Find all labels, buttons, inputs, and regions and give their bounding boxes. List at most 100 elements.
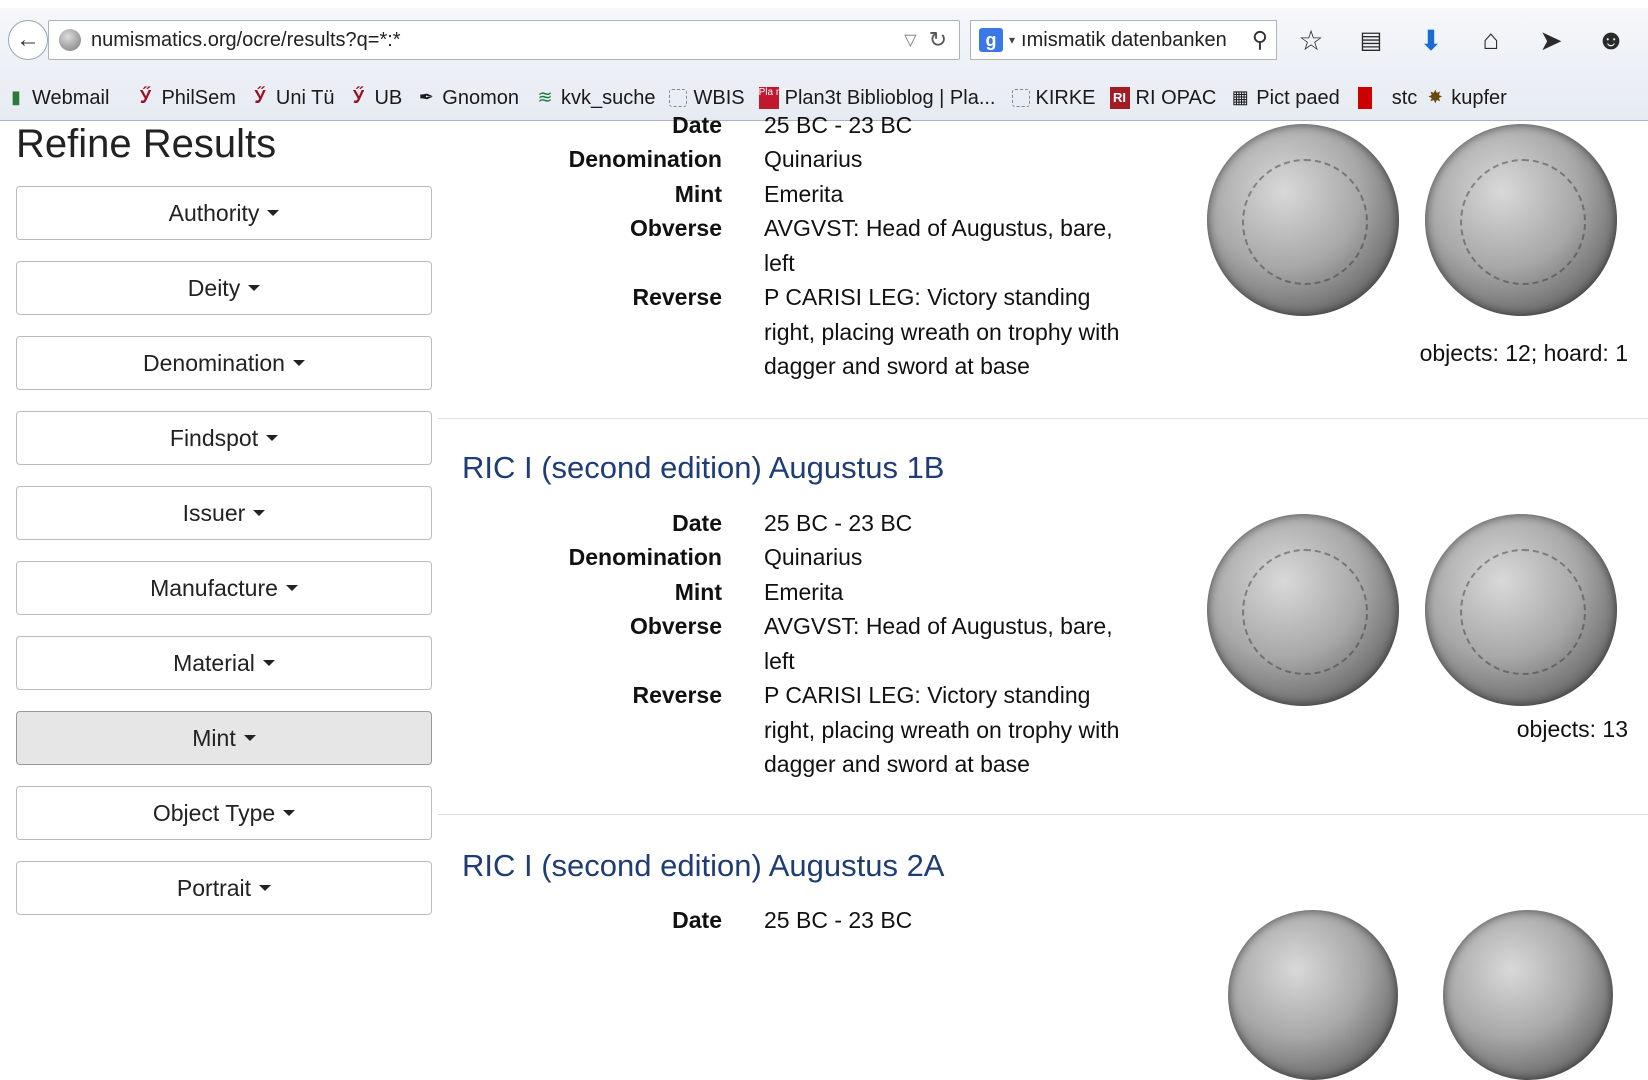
facet-manufacture-button[interactable]: Manufacture: [16, 561, 432, 615]
facet-label: Issuer: [182, 499, 246, 526]
dropdown-triangle-icon[interactable]: ▽: [904, 30, 916, 50]
obverse-coin-image[interactable]: [1228, 910, 1398, 1080]
search-input[interactable]: ımismatik datenbanken: [1021, 29, 1252, 52]
facet-label: Manufacture: [150, 574, 278, 601]
caret-down-icon: [285, 585, 298, 591]
facet-label: Findspot: [169, 424, 259, 451]
facet-label: Authority: [168, 199, 260, 226]
facet-label: Material: [173, 649, 255, 676]
reverse-coin-image[interactable]: [1425, 514, 1617, 706]
bookmark-pict-paed[interactable]: ▦ Pict paed: [1230, 87, 1340, 110]
dotted-box-icon: [1011, 89, 1030, 107]
bookmark-label: Webmail: [32, 86, 110, 109]
bookmark-label: PhilSem: [161, 86, 236, 109]
bookmark-label: Plan3t Biblioblog | Pla...: [784, 86, 996, 109]
bookmark-uni-tu[interactable]: Ӳ Uni Tü: [250, 87, 334, 110]
facet-issuer-button[interactable]: Issuer: [16, 486, 432, 540]
facet-deity-button[interactable]: Deity: [16, 261, 432, 315]
bookmark-ub[interactable]: Ӳ UB: [348, 87, 402, 110]
date-label: Date: [672, 112, 722, 138]
reverse-coin-image[interactable]: [1425, 124, 1617, 316]
reading-list-icon[interactable]: ▤: [1353, 22, 1389, 58]
reverse-value: P CARISI LEG: Victory standing right, pl…: [764, 682, 1120, 777]
bookmark-kvk-suche[interactable]: ≋ kvk_suche: [535, 86, 656, 110]
obverse-coin-image[interactable]: [1207, 514, 1399, 706]
search-icon[interactable]: ⚲: [1252, 27, 1268, 53]
reverse-label: Reverse: [632, 682, 722, 708]
facet-label: Deity: [187, 274, 241, 301]
bookmark-label: stc: [1391, 86, 1418, 109]
facet-findspot-button[interactable]: Findspot: [16, 411, 432, 465]
denomination-value: Quinarius: [764, 544, 863, 570]
reverse-coin-image[interactable]: [1443, 910, 1613, 1080]
facet-mint-button[interactable]: Mint: [16, 711, 432, 765]
refine-results-title: Refine Results: [16, 122, 277, 166]
building-icon: ▦: [1231, 87, 1249, 107]
obverse-label: Obverse: [629, 613, 722, 639]
coin-icon: ✸: [1427, 87, 1443, 107]
facet-authority-button[interactable]: Authority: [16, 186, 432, 240]
result-1-metadata: Date 25 BC - 23 BC Denomination Quinariu…: [438, 108, 1138, 379]
object-count: objects: 13: [1516, 716, 1628, 742]
facet-portrait-button[interactable]: Portrait: [16, 861, 432, 915]
date-value: 25 BC - 23 BC: [764, 907, 913, 933]
caret-down-icon: [259, 885, 272, 891]
facet-denomination-button[interactable]: Denomination: [16, 336, 432, 390]
coin-rim: [1459, 548, 1587, 676]
bookmark-label: kvk_suche: [560, 86, 656, 109]
globe-icon: [59, 29, 81, 51]
home-icon[interactable]: ⌂: [1473, 22, 1509, 58]
mint-label: Mint: [674, 579, 722, 605]
engine-dropdown-icon[interactable]: ▾: [1009, 33, 1015, 47]
coin-rim: [1241, 548, 1369, 676]
bookmark-wbis[interactable]: WBIS: [669, 86, 745, 110]
caret-down-icon: [248, 285, 261, 291]
facet-material-button[interactable]: Material: [16, 636, 432, 690]
result-3-metadata: Date 25 BC - 23 BC: [438, 903, 1138, 941]
coin-rim: [1459, 158, 1587, 286]
obverse-label: Obverse: [629, 215, 722, 241]
denomination-value: Quinarius: [764, 146, 863, 172]
facet-label: Object Type: [152, 799, 276, 826]
wave-icon: ≋: [537, 87, 553, 107]
star-icon[interactable]: ☆: [1293, 22, 1329, 58]
bookmark-webmail[interactable]: ▮ Webmail: [6, 87, 109, 110]
facet-label: Portrait: [176, 874, 252, 901]
back-icon[interactable]: ←: [8, 20, 48, 60]
caret-down-icon: [292, 360, 305, 366]
google-icon[interactable]: g: [979, 28, 1003, 52]
obverse-coin-image[interactable]: [1207, 124, 1399, 316]
download-icon[interactable]: ⬇: [1413, 22, 1449, 58]
bookmark-label: UB: [374, 86, 403, 109]
send-icon[interactable]: ➤: [1533, 22, 1569, 58]
wine-glass-icon: Ӳ: [254, 87, 266, 107]
plan3t-icon: Pla n3t: [758, 87, 790, 109]
bookmark-kupfer[interactable]: ✸ kupfer: [1425, 87, 1507, 110]
bookmark-label: WBIS: [693, 86, 745, 109]
bookmark-label: KIRKE: [1035, 86, 1096, 109]
caret-down-icon: [283, 810, 296, 816]
bookmark-gnomon[interactable]: ✒ Gnomon: [416, 87, 519, 110]
bookmark-plan3t[interactable]: Pla n3t Plan3t Biblioblog | Pla...: [758, 86, 996, 110]
bookmark-label: Gnomon: [442, 86, 519, 109]
search-bar[interactable]: g ▾ ımismatik datenbanken ⚲: [970, 20, 1277, 60]
bookmark-philsem[interactable]: Ӳ PhilSem: [135, 86, 236, 110]
result-title-link[interactable]: RIC I (second edition) Augustus 1B: [462, 450, 944, 486]
reload-icon[interactable]: ↻: [929, 27, 947, 53]
caret-down-icon: [262, 660, 275, 666]
reverse-label: Reverse: [632, 284, 722, 310]
result-divider: [438, 814, 1648, 815]
date-label: Date: [672, 510, 722, 536]
bookmark-stc[interactable]: stc: [1357, 86, 1418, 110]
address-bar[interactable]: numismatics.org/ocre/results?q=*:* ▽ ↻: [48, 20, 960, 60]
bookmark-kirke[interactable]: KIRKE: [1011, 86, 1096, 110]
url-text[interactable]: numismatics.org/ocre/results?q=*:*: [91, 29, 904, 52]
facet-label: Denomination: [143, 349, 285, 376]
wine-glass-icon: Ӳ: [352, 87, 365, 107]
facet-object-type-button[interactable]: Object Type: [16, 786, 432, 840]
bookmark-ri-opac[interactable]: RI RI OPAC: [1109, 87, 1216, 110]
result-title-link[interactable]: RIC I (second edition) Augustus 2A: [462, 848, 944, 884]
chat-icon[interactable]: ☻: [1593, 22, 1629, 58]
denomination-label: Denomination: [568, 146, 722, 172]
mint-value: Emerita: [764, 579, 844, 605]
